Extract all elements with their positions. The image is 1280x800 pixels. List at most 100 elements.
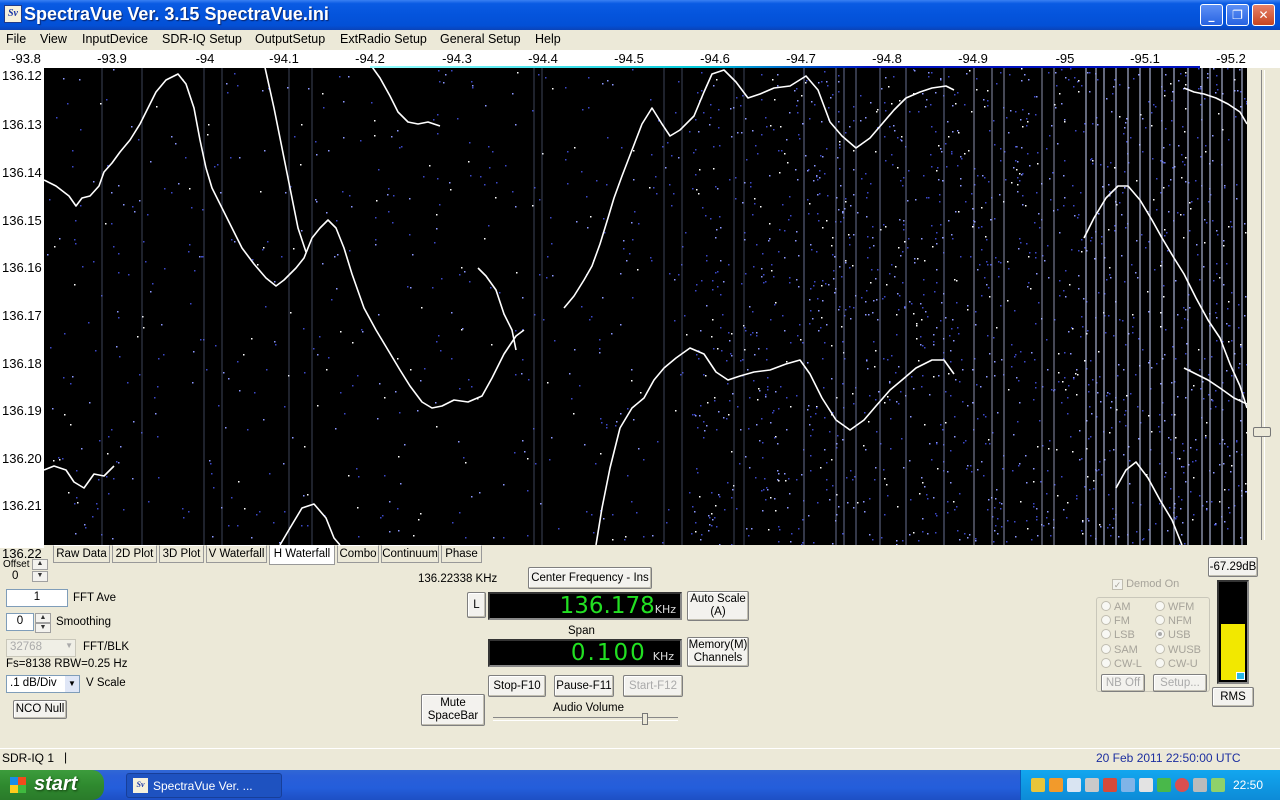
tab-3d-plot[interactable]: 3D Plot <box>159 545 204 563</box>
noise-dot <box>1239 363 1241 365</box>
tray-security-icon[interactable] <box>1103 778 1117 792</box>
auto-scale-button[interactable]: Auto Scale (A) <box>687 591 749 621</box>
noise-dot <box>993 541 995 543</box>
tab-combo[interactable]: Combo <box>337 545 379 563</box>
noise-dot <box>1109 450 1111 452</box>
tab-continuum[interactable]: Continuum <box>381 545 439 563</box>
tab-raw-data[interactable]: Raw Data <box>53 545 110 563</box>
vertical-slider-thumb[interactable] <box>1253 427 1271 437</box>
menu-view[interactable]: View <box>40 32 67 46</box>
tray-update-icon[interactable] <box>1211 778 1225 792</box>
noise-dot <box>1057 209 1059 211</box>
waterfall-display[interactable] <box>44 68 1247 545</box>
close-button[interactable]: ✕ <box>1252 4 1275 26</box>
span-display[interactable]: 0.100 KHz <box>488 639 682 667</box>
vertical-slider-track[interactable] <box>1261 70 1265 540</box>
tray-network-icon[interactable] <box>1067 778 1081 792</box>
noise-dot <box>885 110 887 112</box>
fft-ave-input[interactable]: 1 <box>6 589 68 607</box>
start-button[interactable]: start <box>0 770 104 800</box>
noise-dot <box>770 422 772 424</box>
audio-volume-thumb[interactable] <box>641 713 648 725</box>
offset-up-button[interactable]: ▲ <box>32 559 48 570</box>
memory-channels-button[interactable]: Memory(M) Channels <box>687 637 749 667</box>
noise-dot <box>521 373 523 375</box>
audio-volume-track[interactable] <box>493 717 678 721</box>
menu-extradio-setup[interactable]: ExtRadio Setup <box>340 32 427 46</box>
vscale-select[interactable]: .1 dB/Div ▼ <box>6 675 80 693</box>
noise-dot <box>1167 250 1169 252</box>
noise-dot <box>1178 496 1180 498</box>
noise-dot <box>662 146 664 148</box>
tray-alert-icon[interactable] <box>1175 778 1189 792</box>
noise-dot <box>72 166 74 168</box>
title-bar[interactable]: Sv SpectraVue Ver. 3.15 SpectraVue.ini _… <box>0 0 1280 30</box>
smoothing-input[interactable]: 0 <box>6 613 34 631</box>
menu-outputsetup[interactable]: OutputSetup <box>255 32 325 46</box>
menu-inputdevice[interactable]: InputDevice <box>82 32 148 46</box>
noise-dot <box>865 314 867 316</box>
noise-dot <box>505 165 507 167</box>
menu-file[interactable]: File <box>6 32 26 46</box>
tab-h-waterfall[interactable]: H Waterfall <box>269 545 335 565</box>
noise-dot <box>1183 450 1185 452</box>
menu-general-setup[interactable]: General Setup <box>440 32 521 46</box>
noise-dot <box>706 255 708 257</box>
noise-dot <box>922 307 924 309</box>
pause-button[interactable]: Pause-F11 <box>554 675 614 697</box>
maximize-button[interactable]: ❐ <box>1226 4 1249 26</box>
noise-dot <box>716 79 718 81</box>
noise-dot <box>1055 107 1057 109</box>
tab-v-waterfall[interactable]: V Waterfall <box>206 545 267 563</box>
tray-volume-icon[interactable] <box>1085 778 1099 792</box>
noise-dot <box>889 273 891 275</box>
tray-device-icon[interactable] <box>1139 778 1153 792</box>
noise-dot <box>954 416 956 418</box>
noise-dot <box>1036 508 1038 510</box>
noise-dot <box>902 282 904 284</box>
noise-dot <box>668 509 670 511</box>
mute-button[interactable]: Mute SpaceBar <box>421 694 485 726</box>
noise-dot <box>1101 243 1103 245</box>
tray-bolt-icon[interactable] <box>1049 778 1063 792</box>
noise-dot <box>1015 354 1017 356</box>
smoothing-up-button[interactable]: ▲ <box>35 613 51 623</box>
tab-2d-plot[interactable]: 2D Plot <box>112 545 157 563</box>
noise-dot <box>712 519 714 521</box>
tray-display-icon[interactable] <box>1121 778 1135 792</box>
noise-dot <box>901 438 903 440</box>
noise-dot <box>752 214 754 216</box>
tray-person-icon[interactable] <box>1031 778 1045 792</box>
center-frequency-button[interactable]: Center Frequency - Ins <box>528 567 652 589</box>
rms-button[interactable]: RMS <box>1212 687 1254 707</box>
noise-dot <box>896 401 898 403</box>
noise-dot <box>63 377 65 379</box>
noise-dot <box>470 175 472 177</box>
l-button[interactable]: L <box>467 592 486 618</box>
noise-dot <box>615 425 617 427</box>
smoothing-down-button[interactable]: ▼ <box>35 623 51 633</box>
noise-dot <box>811 249 813 251</box>
noise-dot <box>343 137 345 139</box>
tray-usb-icon[interactable] <box>1193 778 1207 792</box>
noise-dot <box>810 470 812 472</box>
center-frequency-display[interactable]: 136.178KHz <box>488 592 682 620</box>
nco-null-button[interactable]: NCO Null <box>13 700 67 719</box>
noise-dot <box>798 255 800 257</box>
tray-shield-icon[interactable] <box>1157 778 1171 792</box>
noise-dot <box>1101 236 1103 238</box>
noise-dot <box>869 395 871 397</box>
noise-dot <box>259 511 261 513</box>
minimize-button[interactable]: _ <box>1200 4 1223 26</box>
offset-down-button[interactable]: ▼ <box>32 571 48 582</box>
vscale-value: .1 dB/Div <box>10 677 57 689</box>
noise-dot <box>357 375 359 377</box>
noise-dot <box>1094 258 1096 260</box>
chevron-down-icon[interactable]: ▼ <box>65 676 79 692</box>
stop-button[interactable]: Stop-F10 <box>488 675 546 697</box>
taskbar-app-spectravue[interactable]: Sv SpectraVue Ver. ... <box>126 773 282 798</box>
tab-phase[interactable]: Phase <box>441 545 482 563</box>
noise-dot <box>723 281 725 283</box>
menu-help[interactable]: Help <box>535 32 561 46</box>
menu-sdr-iq-setup[interactable]: SDR-IQ Setup <box>162 32 242 46</box>
